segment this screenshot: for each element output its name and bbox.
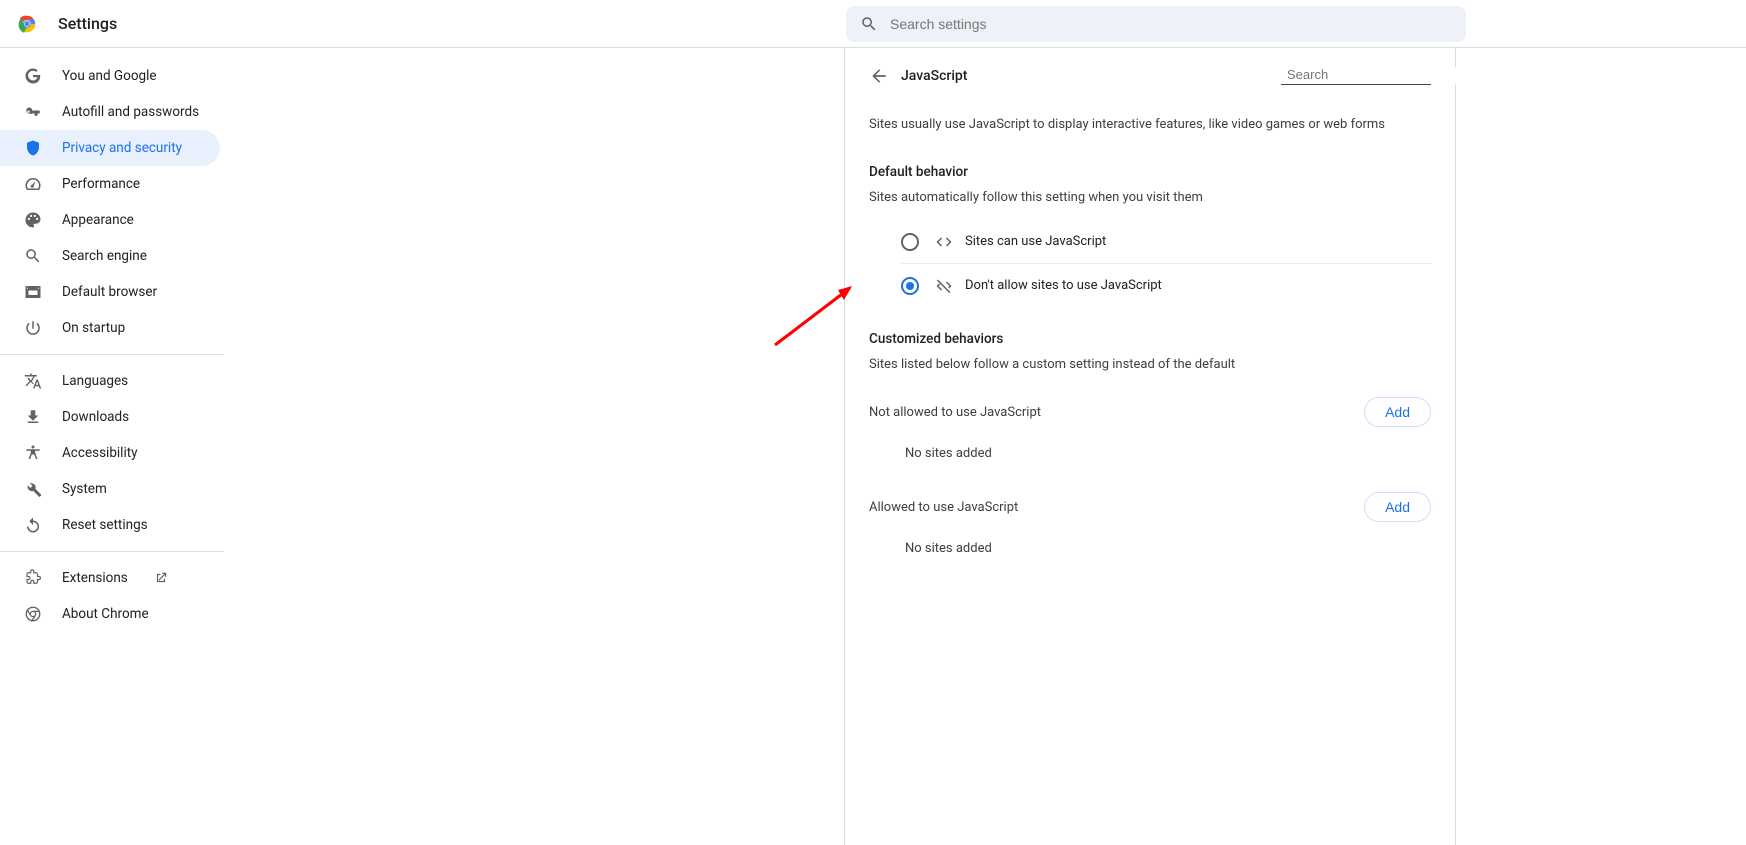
sidebar-item-reset[interactable]: Reset settings [0,507,220,543]
search-settings-bar[interactable] [846,6,1466,42]
chrome-outline-icon [24,605,42,623]
google-g-icon [24,67,42,85]
sidebar-item-about[interactable]: About Chrome [0,596,220,632]
radio-icon [901,277,919,295]
settings-sidebar: You and Google Autofill and passwords Pr… [0,48,224,845]
sidebar-item-label: Languages [62,373,128,389]
sidebar-item-label: Reset settings [62,517,148,533]
radio-icon [901,233,919,251]
sidebar-item-downloads[interactable]: Downloads [0,399,220,435]
palette-icon [24,211,42,229]
sidebar-item-accessibility[interactable]: Accessibility [0,435,220,471]
sidebar-item-label: Extensions [62,570,128,586]
sidebar-item-label: Downloads [62,409,129,425]
chrome-logo-icon [16,13,38,35]
center-area [224,48,844,845]
sidebar-item-label: Default browser [62,284,157,300]
sidebar-item-performance[interactable]: Performance [0,166,220,202]
radio-option-block-js[interactable]: Don't allow sites to use JavaScript [901,263,1431,307]
sidebar-item-on-startup[interactable]: On startup [0,310,220,346]
panel-intro-text: Sites usually use JavaScript to display … [869,116,1431,134]
reset-icon [24,516,42,534]
sidebar-item-label: System [62,481,107,497]
sidebar-item-extensions[interactable]: Extensions [0,560,220,596]
customized-behaviors-heading: Customized behaviors [869,331,1431,347]
sidebar-divider [0,354,224,355]
search-icon [860,15,878,33]
speedometer-icon [24,175,42,193]
settings-detail-panel: JavaScript Sites usually use JavaScript … [844,48,1456,845]
add-blocked-site-button[interactable]: Add [1364,397,1431,427]
back-arrow-icon[interactable] [869,66,889,86]
radio-label: Don't allow sites to use JavaScript [965,278,1162,293]
sidebar-item-default-browser[interactable]: Default browser [0,274,220,310]
accessibility-icon [24,444,42,462]
code-off-icon [935,277,953,295]
sidebar-item-label: You and Google [62,68,157,84]
sidebar-item-you-and-google[interactable]: You and Google [0,58,220,94]
page-title: Settings [58,14,117,33]
download-icon [24,408,42,426]
panel-search[interactable] [1281,67,1431,85]
sidebar-item-label: Privacy and security [62,140,182,156]
sidebar-item-label: Search engine [62,248,147,264]
wrench-icon [24,480,42,498]
key-icon [24,103,42,121]
default-behavior-heading: Default behavior [869,164,1431,180]
blocked-list-empty: No sites added [869,438,1431,481]
right-gutter [1456,48,1746,845]
sidebar-item-privacy[interactable]: Privacy and security [0,130,220,166]
sidebar-divider [0,551,224,552]
panel-search-input[interactable] [1287,67,1463,84]
default-behavior-sub: Sites automatically follow this setting … [869,190,1431,205]
sidebar-item-label: About Chrome [62,606,149,622]
translate-icon [24,372,42,390]
sidebar-item-autofill[interactable]: Autofill and passwords [0,94,220,130]
allowed-list-header: Allowed to use JavaScript Add [869,481,1431,533]
sidebar-item-label: Appearance [62,212,134,228]
blocked-list-header: Not allowed to use JavaScript Add [869,386,1431,438]
sidebar-item-label: Performance [62,176,140,192]
sidebar-item-label: On startup [62,320,125,336]
allowed-list-heading: Allowed to use JavaScript [869,500,1018,515]
customized-behaviors-sub: Sites listed below follow a custom setti… [869,357,1431,372]
code-icon [935,233,953,251]
extension-icon [24,569,42,587]
sidebar-item-appearance[interactable]: Appearance [0,202,220,238]
allowed-list-empty: No sites added [869,533,1431,576]
sidebar-item-search-engine[interactable]: Search engine [0,238,220,274]
sidebar-item-label: Autofill and passwords [62,104,199,120]
sidebar-item-system[interactable]: System [0,471,220,507]
browser-icon [24,283,42,301]
external-link-icon [154,571,168,585]
sidebar-item-label: Accessibility [62,445,138,461]
sidebar-item-languages[interactable]: Languages [0,363,220,399]
radio-label: Sites can use JavaScript [965,234,1106,249]
radio-option-allow-js[interactable]: Sites can use JavaScript [901,219,1431,263]
panel-title: JavaScript [901,68,967,84]
shield-icon [24,139,42,157]
app-header: Settings [0,0,1746,48]
blocked-list-heading: Not allowed to use JavaScript [869,405,1041,420]
search-icon [24,247,42,265]
power-icon [24,319,42,337]
add-allowed-site-button[interactable]: Add [1364,492,1431,522]
search-settings-input[interactable] [890,16,1452,32]
